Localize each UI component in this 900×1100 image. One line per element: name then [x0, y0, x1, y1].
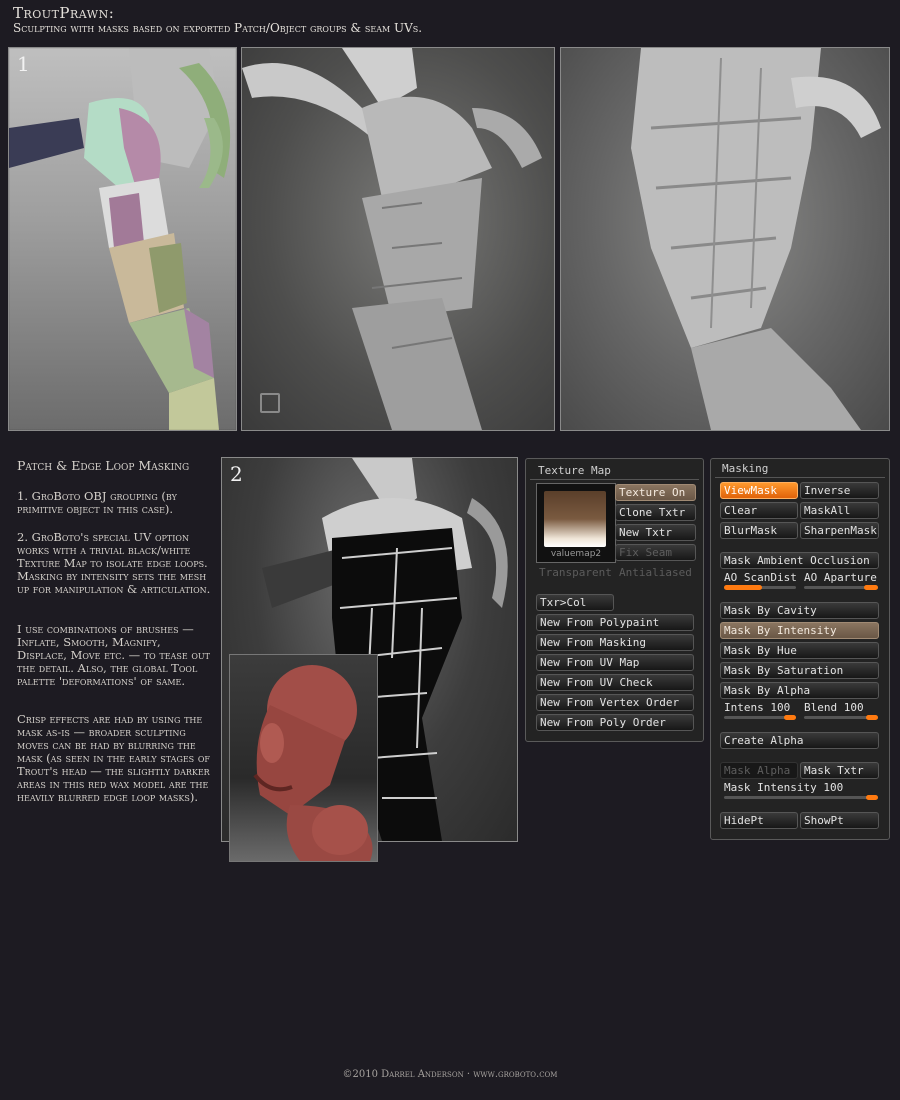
clear-button[interactable]: Clear [720, 502, 798, 519]
fix-seam-button[interactable]: Fix Seam [615, 544, 696, 561]
red-wax-head-render [253, 665, 373, 861]
masking-palette: Masking ViewMask Inverse Clear MaskAll B… [710, 458, 890, 840]
transparent-toggle[interactable]: Transparent [539, 566, 612, 579]
render-panel-grouped-mesh: 1 [8, 47, 237, 431]
panel-number-label: 2 [230, 462, 243, 486]
footer-copyright: ©2010 Darrel Anderson · www.groboto.com [342, 1069, 558, 1080]
panel-number-label: 1 [17, 52, 30, 76]
blend-label: Blend 100 [804, 701, 864, 714]
mask-by-alpha-button[interactable]: Mask By Alpha [720, 682, 879, 699]
watermark-icon [260, 393, 280, 413]
blur-mask-button[interactable]: BlurMask [720, 522, 798, 539]
new-from-uv-check-button[interactable]: New From UV Check [536, 674, 694, 691]
clone-txtr-button[interactable]: Clone Txtr [615, 504, 696, 521]
article-paragraph: I use combinations of brushes — Inflate,… [17, 622, 210, 688]
article-paragraph: Crisp effects are had by using the mask … [17, 712, 210, 804]
inverse-button[interactable]: Inverse [800, 482, 879, 499]
texture-preview-image [544, 491, 606, 547]
new-from-vertex-order-button[interactable]: New From Vertex Order [536, 694, 694, 711]
antialiased-toggle[interactable]: Antialiased [619, 566, 692, 579]
create-alpha-button[interactable]: Create Alpha [720, 732, 879, 749]
page-subtitle: Sculpting with masks based on exported P… [13, 21, 423, 35]
mask-intensity-slider-knob [866, 795, 878, 800]
mask-by-intensity-button[interactable]: Mask By Intensity [720, 622, 879, 639]
mask-by-hue-button[interactable]: Mask By Hue [720, 642, 879, 659]
new-from-uv-map-button[interactable]: New From UV Map [536, 654, 694, 671]
ao-scandist-slider-fill [724, 585, 762, 590]
new-from-masking-button[interactable]: New From Masking [536, 634, 694, 651]
texture-thumbnail[interactable]: valuemap2 [536, 483, 616, 563]
texture-thumbnail-label: valuemap2 [550, 549, 602, 559]
mask-ambient-occlusion-button[interactable]: Mask Ambient Occlusion [720, 552, 879, 569]
mask-intensity-slider[interactable] [724, 796, 878, 799]
page-title: TroutPrawn: [13, 4, 115, 22]
mask-alpha-button[interactable]: Mask Alpha [720, 762, 798, 779]
new-txtr-button[interactable]: New Txtr [615, 524, 696, 541]
sculpt-detail-render [631, 48, 881, 430]
mask-by-saturation-button[interactable]: Mask By Saturation [720, 662, 879, 679]
intens-label: Intens 100 [724, 701, 791, 714]
render-panel-sculpt-front [241, 47, 555, 431]
hide-pt-button[interactable]: HidePt [720, 812, 798, 829]
palette-divider [715, 477, 885, 478]
texture-map-palette: Texture Map valuemap2 Texture On Clone T… [525, 458, 704, 742]
view-mask-toggle[interactable]: ViewMask [720, 482, 798, 499]
sharpen-mask-button[interactable]: SharpenMask [800, 522, 879, 539]
ao-aparture-slider-fill [864, 585, 878, 590]
new-from-poly-order-button[interactable]: New From Poly Order [536, 714, 694, 731]
ao-aparture-label: AO Aparture [804, 571, 877, 584]
article-paragraph: 2. GroBoto's special UV option works wit… [17, 530, 211, 596]
txr-col-button[interactable]: Txr>Col [536, 594, 614, 611]
palette-title: Texture Map [538, 464, 611, 477]
palette-title: Masking [722, 462, 769, 475]
mask-intensity-label: Mask Intensity 100 [724, 781, 844, 794]
mask-all-button[interactable]: MaskAll [800, 502, 879, 519]
render-panel-sculpt-detail [560, 47, 890, 431]
intens-slider-knob [784, 715, 796, 720]
sculpt-front-render [242, 48, 542, 430]
article-paragraph: 1. GroBoto OBJ grouping (by primitive ob… [17, 489, 177, 516]
show-pt-button[interactable]: ShowPt [800, 812, 879, 829]
palette-divider [530, 479, 699, 480]
article-heading: Patch & Edge Loop Masking [17, 458, 190, 473]
ao-scandist-label: AO ScanDist [724, 571, 797, 584]
texture-on-toggle[interactable]: Texture On [615, 484, 696, 501]
blend-slider-knob [866, 715, 878, 720]
grouped-mesh-render [9, 48, 236, 430]
mask-by-cavity-button[interactable]: Mask By Cavity [720, 602, 879, 619]
mask-txtr-button[interactable]: Mask Txtr [800, 762, 879, 779]
new-from-polypaint-button[interactable]: New From Polypaint [536, 614, 694, 631]
render-panel-red-wax-head [229, 654, 378, 862]
